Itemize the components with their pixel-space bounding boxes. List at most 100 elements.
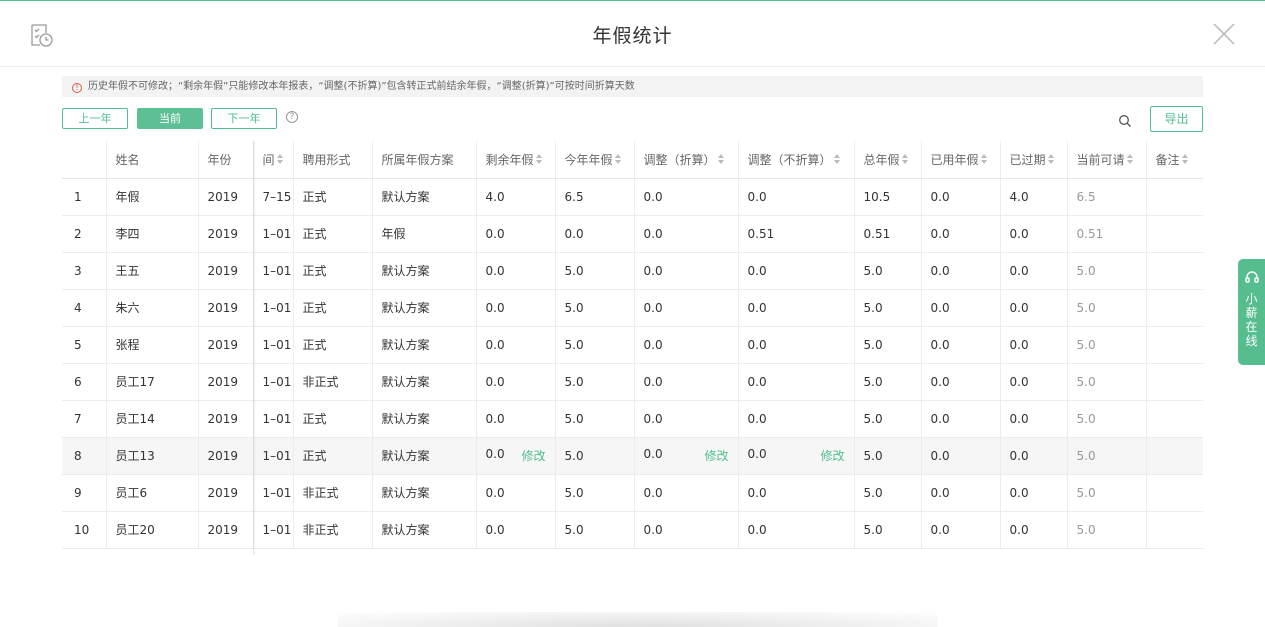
column-header-14[interactable]: 备注: [1145, 141, 1203, 179]
cell-value: 0.0: [643, 374, 663, 389]
table-row[interactable]: 10 员工20 2019 1–01 非正式 默认方案 0.0 5.0 0.0 0.0 5.0 0.0 0…: [62, 511, 1203, 549]
table-cell: 非正式: [292, 511, 372, 549]
column-header-label: 已用年假: [930, 152, 979, 167]
table-cell: 0.0: [920, 400, 1000, 438]
sort-icon[interactable]: [980, 153, 988, 165]
current-year-button[interactable]: 当前: [137, 108, 203, 129]
table-row[interactable]: 3 王五 2019 1–01 正式 默认方案 0.0 5.0 0.0 0.0 5.0 0.0 0.0 5.…: [62, 252, 1203, 290]
table-cell: 朱六: [105, 289, 198, 327]
warning-icon: !: [72, 83, 82, 93]
sort-icon[interactable]: [717, 153, 725, 165]
search-icon[interactable]: [1118, 113, 1132, 127]
table-cell: [1145, 289, 1203, 327]
table-cell: [1145, 215, 1203, 253]
column-header-7[interactable]: 今年年假: [554, 141, 634, 179]
table-cell: 正式: [292, 178, 372, 216]
table-cell: 5.0: [1066, 400, 1146, 438]
close-icon[interactable]: [1212, 22, 1236, 46]
column-header-10[interactable]: 总年假: [853, 141, 921, 179]
column-header-3[interactable]: 间: [252, 141, 293, 179]
cell-value: 0.0: [643, 411, 663, 426]
sort-icon[interactable]: [1047, 153, 1055, 165]
table-cell: 8: [62, 437, 106, 475]
sort-icon[interactable]: [614, 153, 622, 165]
column-header-label: 已过期: [1009, 152, 1046, 167]
cell-value: 7–15: [262, 189, 292, 204]
cell-value: 员工6: [115, 486, 148, 500]
export-button[interactable]: 导出: [1150, 106, 1203, 132]
column-header-11[interactable]: 已用年假: [920, 141, 1000, 179]
edit-link[interactable]: 修改: [820, 447, 844, 464]
table-cell: 5.0: [554, 289, 634, 327]
table-cell: 0.0: [999, 215, 1067, 253]
cell-value: 2019: [207, 189, 239, 204]
table-cell: 0.0: [475, 363, 555, 401]
table-cell: 年假: [105, 178, 198, 216]
sort-icon[interactable]: [1126, 153, 1134, 165]
column-header-label: 剩余年假: [485, 152, 534, 167]
cell-value: 员工13: [115, 449, 155, 463]
table-cell: 正式: [292, 289, 372, 327]
cell-value: 0.0: [747, 522, 767, 537]
cell-value: 0.0: [930, 263, 950, 278]
table-row[interactable]: 2 李四 2019 1–01 正式 年假 0.0 0.0 0.0 0.51 0.51 0.0 0.0 0.…: [62, 215, 1203, 253]
table-cell: 0.0: [920, 511, 1000, 549]
sort-icon[interactable]: [276, 153, 284, 165]
table-row[interactable]: 9 员工6 2019 1–01 非正式 默认方案 0.0 5.0 0.0 0.0 5.0 0.0 0.0…: [62, 474, 1203, 512]
table-cell: 0.0 修改: [737, 437, 854, 475]
table-cell: 4.0: [999, 178, 1067, 216]
online-chat-tab[interactable]: 小薪在线: [1238, 259, 1265, 365]
prev-year-button[interactable]: 上一年: [62, 108, 128, 129]
table-cell: 1–01: [252, 474, 293, 512]
help-icon[interactable]: ?: [286, 111, 298, 123]
sort-icon[interactable]: [901, 153, 909, 165]
edit-link[interactable]: 修改: [521, 447, 545, 464]
column-header-13[interactable]: 当前可请: [1066, 141, 1146, 179]
table-cell: 2019: [197, 252, 253, 290]
cell-value: 1–01: [262, 411, 292, 426]
table-cell: 0.0: [633, 511, 738, 549]
table-row[interactable]: 4 朱六 2019 1–01 正式 默认方案 0.0 5.0 0.0 0.0 5.0 0.0 0.0 5.…: [62, 289, 1203, 327]
table-cell: 6.5: [1066, 178, 1146, 216]
column-header-8[interactable]: 调整（折算）: [633, 141, 738, 179]
cell-value: 0.0: [485, 337, 505, 352]
cell-value: 3: [74, 263, 82, 278]
cell-value: 0.0: [564, 226, 584, 241]
column-header-12[interactable]: 已过期: [999, 141, 1067, 179]
table-cell: 0.0: [999, 289, 1067, 327]
cell-value: 2019: [207, 300, 239, 315]
cell-value: 默认方案: [381, 412, 430, 426]
cell-value: 非正式: [302, 486, 339, 500]
table-cell: 1–01: [252, 215, 293, 253]
cell-value: 正式: [302, 190, 327, 204]
table-cell: 5.0: [554, 252, 634, 290]
edit-link[interactable]: 修改: [704, 447, 728, 464]
table-cell: 0.0 修改: [475, 437, 555, 475]
column-header-6[interactable]: 剩余年假: [475, 141, 555, 179]
table-cell: 5.0: [1066, 252, 1146, 290]
next-year-button[interactable]: 下一年: [211, 108, 277, 129]
cell-value: 非正式: [302, 375, 339, 389]
sort-icon[interactable]: [833, 153, 841, 165]
sort-icon[interactable]: [535, 153, 543, 165]
table-cell: 0.0: [475, 474, 555, 512]
cell-value: 2: [74, 226, 82, 241]
cell-value: 5.0: [564, 263, 584, 278]
table-row[interactable]: 8 员工13 2019 1–01 正式 默认方案 0.0 修改 5.0 0.0 修改 0.0 修改 5.0…: [62, 437, 1203, 475]
column-header-label: 间: [262, 152, 275, 167]
table-row[interactable]: 6 员工17 2019 1–01 非正式 默认方案 0.0 5.0 0.0 0.0 5.0 0.0 0.…: [62, 363, 1203, 401]
column-header-label: 聘用形式: [302, 152, 351, 167]
cell-value: 2019: [207, 226, 239, 241]
column-header-9[interactable]: 调整（不折算）: [737, 141, 854, 179]
table-row[interactable]: 7 员工14 2019 1–01 正式 默认方案 0.0 5.0 0.0 0.0 5.0 0.0 0.0…: [62, 400, 1203, 438]
cell-value: 王五: [115, 264, 140, 278]
cell-value: 1–01: [262, 448, 292, 463]
cell-value: 0.0: [485, 447, 505, 461]
table-row[interactable]: 5 张程 2019 1–01 正式 默认方案 0.0 5.0 0.0 0.0 5.0 0.0 0.0 5.…: [62, 326, 1203, 364]
cell-value: 默认方案: [381, 338, 430, 352]
sort-icon[interactable]: [1181, 153, 1189, 165]
table-cell: 0.0: [920, 474, 1000, 512]
table-row[interactable]: 1 年假 2019 7–15 正式 默认方案 4.0 6.5 0.0 0.0 10.5 0.0 4.0 6…: [62, 178, 1203, 216]
column-header-label: 调整（不折算）: [747, 152, 832, 167]
cell-value: 10: [74, 522, 90, 537]
